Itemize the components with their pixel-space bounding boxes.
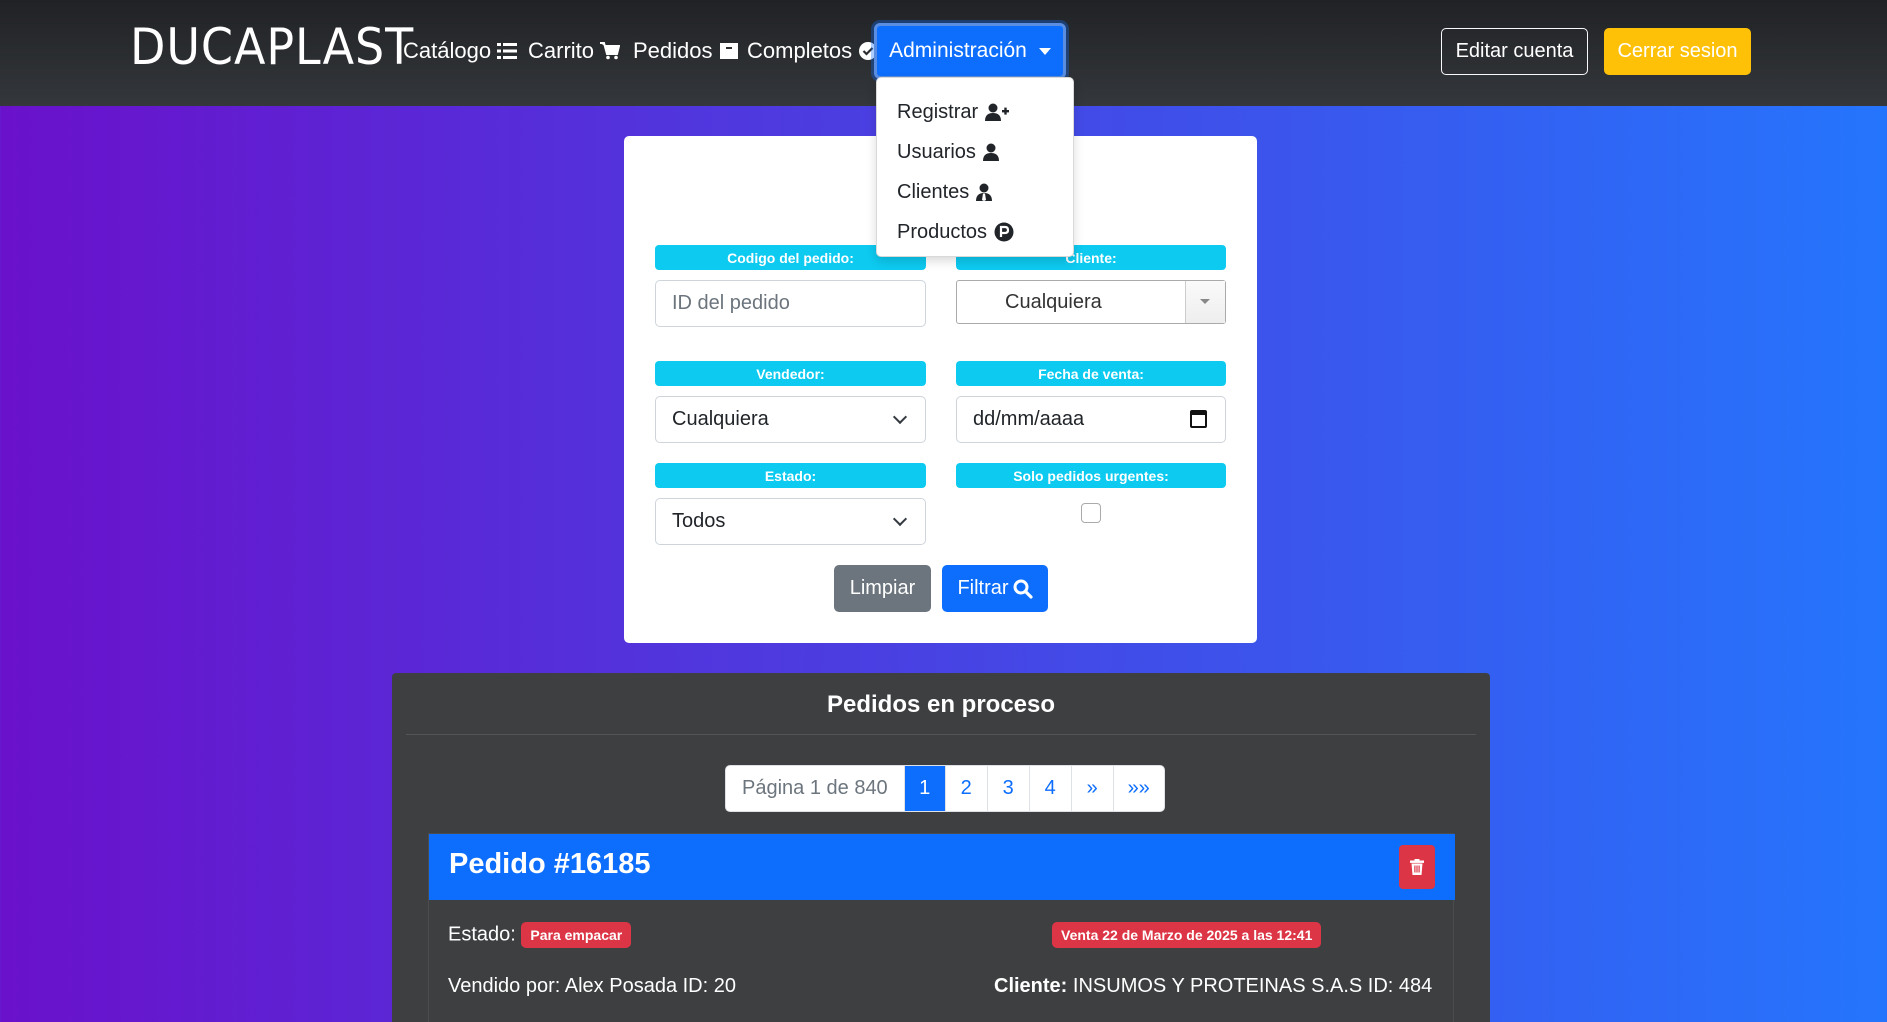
menu-item-label: Clientes bbox=[897, 180, 970, 203]
page-link-4[interactable]: 4 bbox=[1028, 766, 1071, 811]
seller-select-value: Cualquiera bbox=[672, 408, 769, 430]
nav-pedidos[interactable]: Pedidos bbox=[633, 38, 739, 64]
chevron-down-icon bbox=[892, 409, 908, 425]
order-status-label: Estado: bbox=[448, 923, 516, 946]
sale-date-badge: Venta 22 de Marzo de 2025 a las 12:41 bbox=[1052, 922, 1322, 948]
chevron-down-icon bbox=[892, 511, 908, 527]
menu-item-usuarios[interactable]: Usuarios bbox=[877, 132, 1073, 172]
admin-dropdown-menu: Registrar Usuarios Clientes Productos bbox=[876, 77, 1074, 257]
order-seller: Vendido por: Alex Posada ID: 20 bbox=[448, 975, 736, 997]
nav-carrito[interactable]: Carrito bbox=[528, 38, 621, 64]
urgent-checkbox[interactable] bbox=[1081, 503, 1101, 523]
seller-select[interactable]: Cualquiera bbox=[655, 396, 926, 443]
user-plus-icon bbox=[985, 103, 1010, 121]
orders-header: Pedidos en proceso bbox=[406, 675, 1476, 735]
order-code-input[interactable]: ID del pedido bbox=[655, 280, 926, 327]
seller-label: Vendedor: bbox=[655, 361, 926, 386]
list-icon bbox=[497, 43, 518, 59]
urgent-label: Solo pedidos urgentes: bbox=[956, 463, 1226, 488]
client-select-value: Cualquiera bbox=[1005, 291, 1102, 313]
search-icon bbox=[1013, 579, 1033, 599]
filter-button-label: Filtrar bbox=[957, 577, 1009, 599]
user-tie-icon bbox=[976, 183, 993, 201]
pagination: Página 1 de 840 1 2 3 4 » »» bbox=[725, 765, 1165, 812]
sale-date-input[interactable]: dd/mm/aaaa bbox=[956, 396, 1226, 443]
order-card: Pedido #16185 Estado: Para empacar Venta… bbox=[428, 833, 1455, 1022]
page-last[interactable]: »» bbox=[1112, 766, 1164, 811]
edit-account-button[interactable]: Editar cuenta bbox=[1441, 28, 1588, 75]
nav-carrito-label: Carrito bbox=[528, 38, 595, 63]
status-select-value: Todos bbox=[672, 510, 726, 532]
caret-down-icon bbox=[1200, 299, 1210, 304]
menu-item-label: Productos bbox=[897, 220, 988, 243]
nav-catalogo[interactable]: Catálogo bbox=[403, 38, 518, 64]
menu-item-clientes[interactable]: Clientes bbox=[877, 172, 1073, 212]
caret-down-icon bbox=[1038, 47, 1051, 55]
calendar-icon[interactable] bbox=[1190, 410, 1207, 428]
order-sale-date: Venta 22 de Marzo de 2025 a las 12:41 bbox=[1052, 922, 1322, 948]
orders-panel: Pedidos en proceso Página 1 de 840 1 2 3… bbox=[392, 673, 1490, 1022]
logout-button[interactable]: Cerrar sesion bbox=[1604, 28, 1751, 75]
page-link-1[interactable]: 1 bbox=[903, 766, 945, 811]
page-next[interactable]: » bbox=[1070, 766, 1113, 811]
nav-catalogo-label: Catálogo bbox=[403, 38, 492, 63]
order-title: Pedido #16185 bbox=[449, 848, 651, 880]
cart-icon bbox=[600, 42, 621, 60]
menu-item-label: Usuarios bbox=[897, 140, 976, 163]
user-icon bbox=[982, 143, 999, 161]
order-client-value: INSUMOS Y PROTEINAS S.A.S ID: 484 bbox=[1072, 975, 1433, 997]
admin-dropdown-label: Administración bbox=[889, 39, 1027, 62]
admin-dropdown-button[interactable]: Administración bbox=[874, 23, 1066, 79]
order-status-line: Estado: Para empacar bbox=[448, 922, 632, 948]
brand-logo[interactable]: DUCAPLAST bbox=[130, 18, 414, 76]
order-client-label: Cliente: bbox=[994, 975, 1068, 997]
client-select-arrow[interactable] bbox=[1185, 281, 1225, 323]
order-code-placeholder: ID del pedido bbox=[672, 292, 790, 314]
status-label: Estado: bbox=[655, 463, 926, 488]
clear-button[interactable]: Limpiar bbox=[834, 565, 931, 612]
status-badge: Para empacar bbox=[521, 922, 632, 948]
pagination-info: Página 1 de 840 bbox=[742, 777, 888, 799]
delete-order-button[interactable] bbox=[1399, 845, 1435, 889]
sale-date-value: dd/mm/aaaa bbox=[973, 408, 1085, 430]
trash-icon bbox=[1410, 859, 1424, 875]
order-client: Cliente: INSUMOS Y PROTEINAS S.A.S ID: 4… bbox=[994, 975, 1432, 998]
sale-date-label: Fecha de venta: bbox=[956, 361, 1226, 386]
status-select[interactable]: Todos bbox=[655, 498, 926, 545]
page-link-3[interactable]: 3 bbox=[986, 766, 1029, 811]
menu-item-registrar[interactable]: Registrar bbox=[877, 92, 1073, 132]
menu-item-productos[interactable]: Productos bbox=[877, 212, 1073, 252]
nav-completos[interactable]: Completos bbox=[747, 38, 878, 64]
filter-button[interactable]: Filtrar bbox=[942, 565, 1048, 612]
client-select[interactable]: Cualquiera bbox=[956, 280, 1226, 324]
nav-pedidos-label: Pedidos bbox=[633, 38, 713, 63]
product-p-icon bbox=[994, 222, 1014, 242]
nav-completos-label: Completos bbox=[747, 38, 853, 63]
order-card-header: Pedido #16185 bbox=[429, 834, 1455, 900]
page-link-2[interactable]: 2 bbox=[944, 766, 987, 811]
archive-icon bbox=[719, 43, 738, 59]
menu-item-label: Registrar bbox=[897, 100, 979, 123]
